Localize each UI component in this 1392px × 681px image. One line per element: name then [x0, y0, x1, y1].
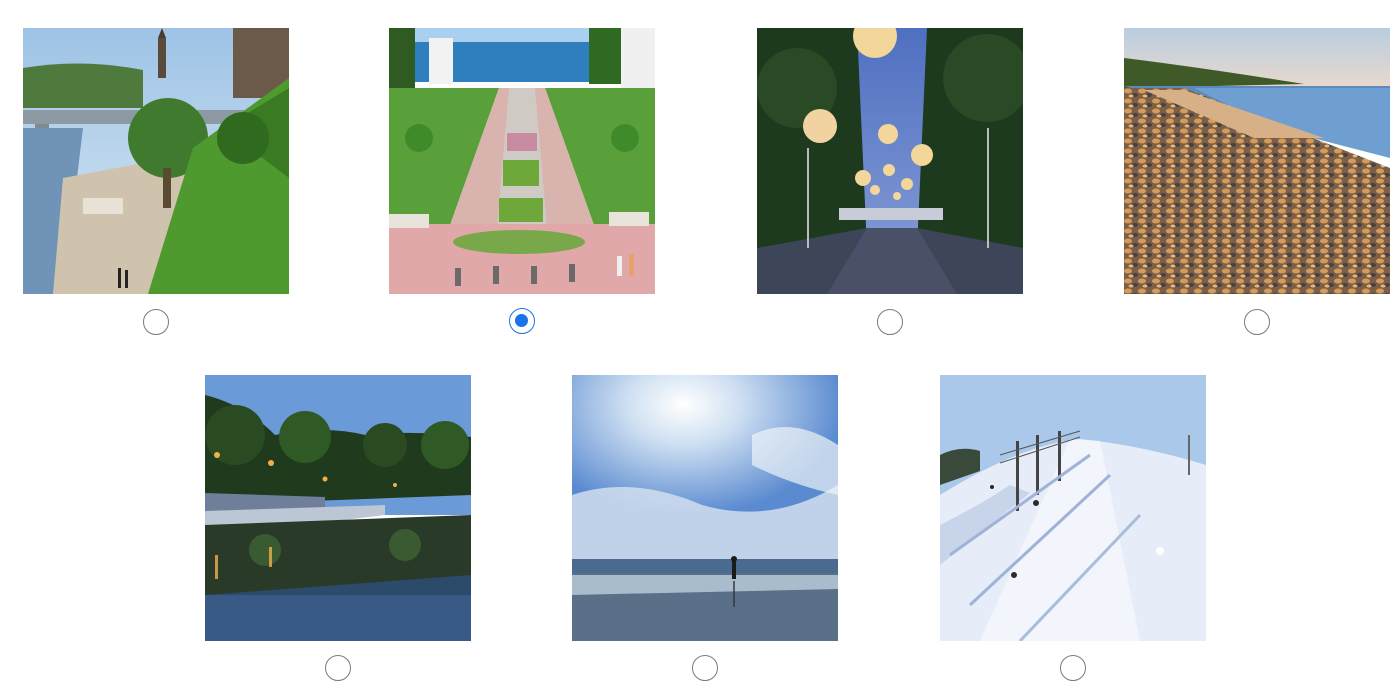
sunny-beach-person-image [572, 375, 838, 641]
image-option-1-radio[interactable] [143, 309, 169, 335]
image-option-3[interactable] [757, 28, 1025, 335]
ski-slope-lift-image [940, 375, 1206, 641]
lantern-lit-alley-night-image [757, 28, 1023, 294]
image-option-7[interactable] [940, 375, 1208, 681]
river-bridge-promenade-image [23, 28, 289, 294]
lake-dusk-reflection-photo[interactable] [205, 375, 471, 641]
seaside-promenade-park-image [389, 28, 655, 294]
seaside-promenade-park-photo[interactable] [389, 28, 655, 294]
sunny-beach-person-photo[interactable] [572, 375, 838, 641]
image-option-2[interactable] [389, 28, 657, 334]
image-option-1[interactable] [23, 28, 291, 335]
ski-slope-lift-photo[interactable] [940, 375, 1206, 641]
river-bridge-promenade-photo[interactable] [23, 28, 289, 294]
pebble-beach-sunset-photo[interactable] [1124, 28, 1390, 294]
image-option-2-radio[interactable] [509, 308, 535, 334]
image-option-4-radio[interactable] [1244, 309, 1270, 335]
image-option-3-radio[interactable] [877, 309, 903, 335]
image-choice-grid [0, 0, 1392, 681]
lake-dusk-reflection-image [205, 375, 471, 641]
image-option-6[interactable] [572, 375, 840, 681]
image-option-5-radio[interactable] [325, 655, 351, 681]
image-option-4[interactable] [1124, 28, 1392, 335]
image-option-6-radio[interactable] [692, 655, 718, 681]
lantern-lit-alley-night-photo[interactable] [757, 28, 1023, 294]
pebble-beach-sunset-image [1124, 28, 1390, 294]
image-option-7-radio[interactable] [1060, 655, 1086, 681]
image-option-5[interactable] [205, 375, 473, 681]
